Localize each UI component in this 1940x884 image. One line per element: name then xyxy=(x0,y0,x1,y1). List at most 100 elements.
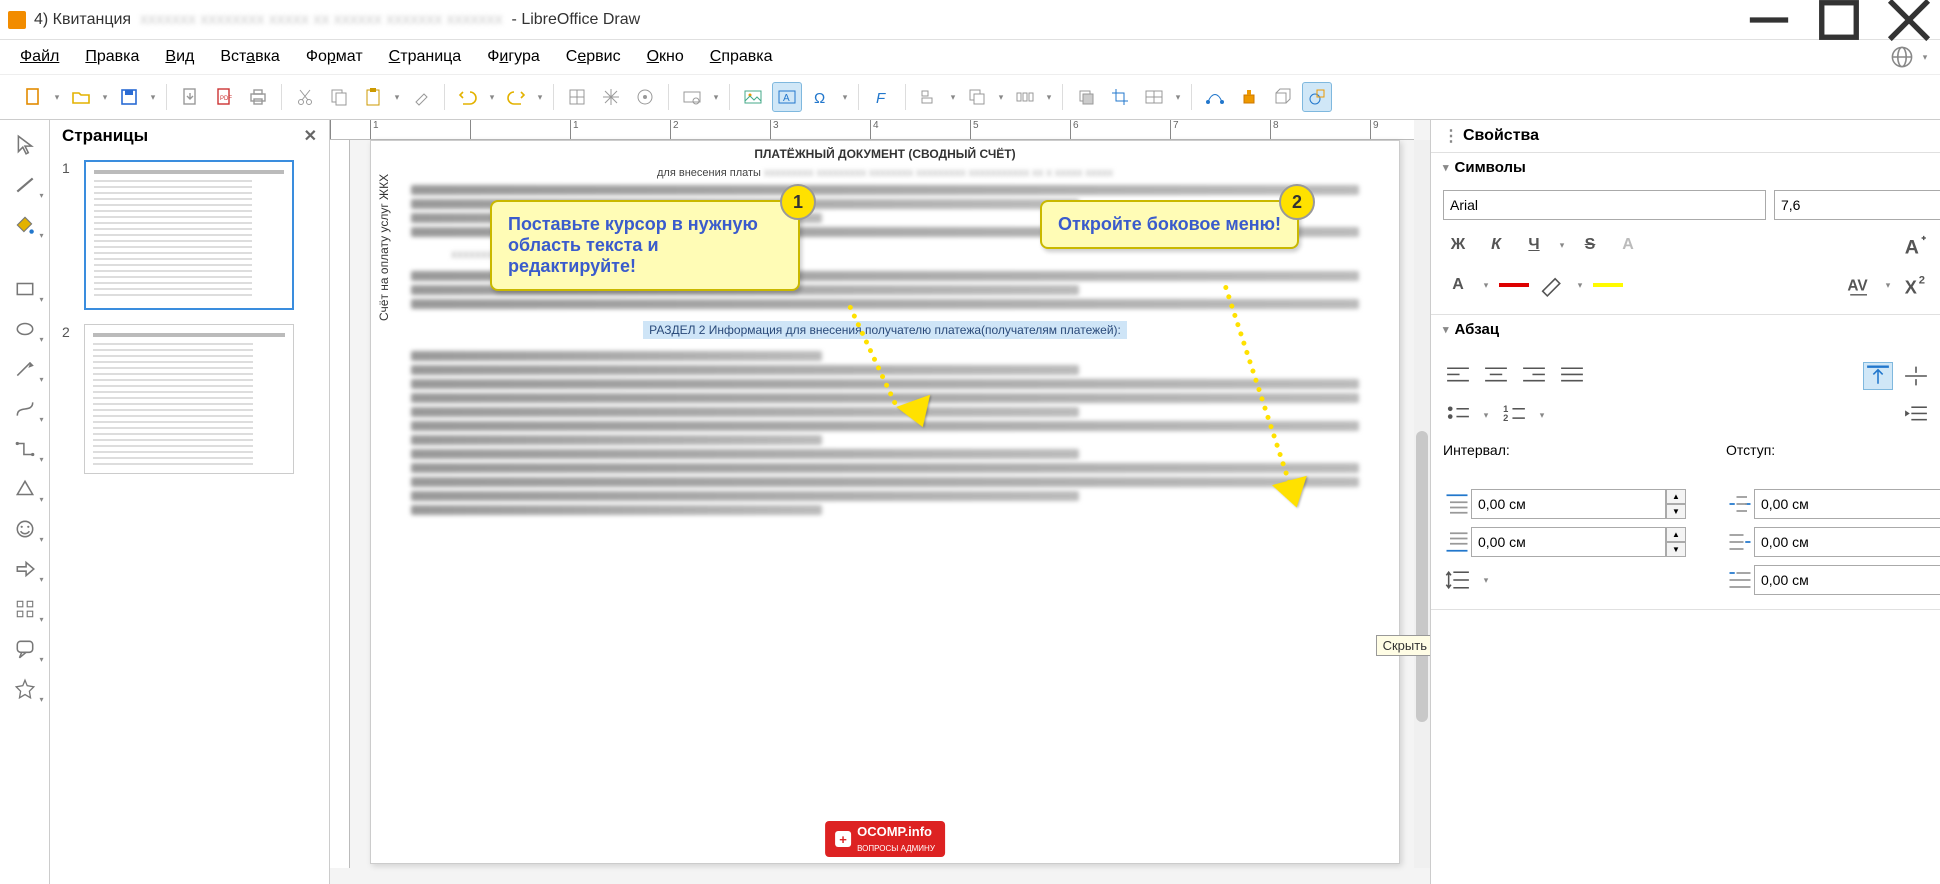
line-spacing-button[interactable] xyxy=(1443,566,1473,594)
redo-dropdown[interactable]: ▾ xyxy=(535,82,545,112)
window-close-button[interactable] xyxy=(1886,4,1932,36)
undo-dropdown[interactable]: ▾ xyxy=(487,82,497,112)
underline-button[interactable]: Ч xyxy=(1519,231,1549,259)
menu-window[interactable]: Окно xyxy=(637,44,694,70)
select-tool[interactable] xyxy=(8,130,42,160)
line-arrow-tool[interactable] xyxy=(8,354,42,384)
symbol-shapes-tool[interactable] xyxy=(8,514,42,544)
special-char-dropdown[interactable]: ▾ xyxy=(840,82,850,112)
menu-shape[interactable]: Фигура xyxy=(477,44,550,70)
font-size-input[interactable] xyxy=(1774,190,1940,220)
align-left-para-button[interactable] xyxy=(1443,362,1473,390)
basic-shapes-tool[interactable] xyxy=(8,474,42,504)
number-list-button[interactable]: 12 xyxy=(1499,401,1529,429)
menu-format[interactable]: Формат xyxy=(296,44,373,70)
align-dropdown[interactable]: ▾ xyxy=(948,82,958,112)
extrusion-button[interactable] xyxy=(1268,82,1298,112)
new-doc-dropdown[interactable]: ▾ xyxy=(52,82,62,112)
horizontal-ruler[interactable]: 11234567891011 xyxy=(330,120,1414,140)
align-center-para-button[interactable] xyxy=(1481,362,1511,390)
pages-panel-close-icon[interactable]: ✕ xyxy=(304,126,317,146)
highlight-color-button[interactable] xyxy=(1537,271,1567,299)
open-dropdown[interactable]: ▾ xyxy=(100,82,110,112)
menu-edit[interactable]: Правка xyxy=(75,44,149,70)
arrange-dropdown[interactable]: ▾ xyxy=(996,82,1006,112)
cut-button[interactable] xyxy=(290,82,320,112)
strike-button[interactable]: S xyxy=(1575,231,1605,259)
window-minimize-button[interactable] xyxy=(1746,4,1792,36)
font-color-button[interactable]: A xyxy=(1443,271,1473,299)
menu-file[interactable]: Файл xyxy=(10,44,69,70)
font-name-input[interactable] xyxy=(1443,190,1766,220)
callout-tool[interactable] xyxy=(8,634,42,664)
language-dropdown[interactable]: ▾ xyxy=(1920,42,1930,72)
number-list-dropdown[interactable]: ▾ xyxy=(1537,400,1547,430)
vertical-ruler[interactable] xyxy=(330,140,350,868)
menu-tools[interactable]: Сервис xyxy=(556,44,631,70)
align-right-para-button[interactable] xyxy=(1519,362,1549,390)
window-maximize-button[interactable] xyxy=(1816,4,1862,36)
bold-button[interactable]: Ж xyxy=(1443,231,1473,259)
menu-insert[interactable]: Вставка xyxy=(210,44,289,70)
space-below-up[interactable]: ▲ xyxy=(1666,527,1686,542)
clone-format-button[interactable] xyxy=(406,82,436,112)
print-button[interactable] xyxy=(243,82,273,112)
superscript-button[interactable]: X2 xyxy=(1901,271,1931,299)
indent-right-input[interactable] xyxy=(1754,527,1940,557)
vertical-scrollbar[interactable] xyxy=(1414,140,1430,868)
filter-button[interactable] xyxy=(1139,82,1169,112)
stars-tool[interactable] xyxy=(8,674,42,704)
highlight-color-dropdown[interactable]: ▾ xyxy=(1575,270,1585,300)
font-color-dropdown[interactable]: ▾ xyxy=(1481,270,1491,300)
open-button[interactable] xyxy=(66,82,96,112)
export-button[interactable] xyxy=(175,82,205,112)
valign-top-button[interactable] xyxy=(1863,362,1893,390)
export-pdf-button[interactable]: PDF xyxy=(209,82,239,112)
grid-button[interactable] xyxy=(562,82,592,112)
distribute-button[interactable] xyxy=(1010,82,1040,112)
draw-functions-button[interactable] xyxy=(1302,82,1332,112)
flowchart-tool[interactable] xyxy=(8,594,42,624)
filter-dropdown[interactable]: ▾ xyxy=(1173,82,1183,112)
arrange-button[interactable] xyxy=(962,82,992,112)
shadow-text-button[interactable]: A xyxy=(1613,231,1643,259)
drawing-canvas[interactable]: 11234567891011 ПЛАТЁЖНЫЙ ДОКУМЕНТ (СВОДН… xyxy=(330,120,1430,884)
insert-textbox-button[interactable]: A xyxy=(772,82,802,112)
crop-button[interactable] xyxy=(1105,82,1135,112)
guides-button[interactable] xyxy=(630,82,660,112)
page-thumbnail-1[interactable]: 1 xyxy=(62,160,317,310)
bullet-list-dropdown[interactable]: ▾ xyxy=(1481,400,1491,430)
space-below-spinner[interactable]: ▲▼ xyxy=(1443,527,1686,557)
menu-help[interactable]: Справка xyxy=(700,44,783,70)
indent-left-input[interactable] xyxy=(1754,489,1940,519)
menu-page[interactable]: Страница xyxy=(379,44,472,70)
copy-button[interactable] xyxy=(324,82,354,112)
glue-button[interactable] xyxy=(1234,82,1264,112)
align-left-button[interactable] xyxy=(914,82,944,112)
curve-tool[interactable] xyxy=(8,394,42,424)
distribute-dropdown[interactable]: ▾ xyxy=(1044,82,1054,112)
snap-button[interactable] xyxy=(596,82,626,112)
connector-tool[interactable] xyxy=(8,434,42,464)
points-button[interactable] xyxy=(1200,82,1230,112)
valign-middle-button[interactable] xyxy=(1901,362,1931,390)
block-arrows-tool[interactable] xyxy=(8,554,42,584)
zoom-dropdown[interactable]: ▾ xyxy=(711,82,721,112)
char-spacing-button[interactable]: AV xyxy=(1845,271,1875,299)
ellipse-tool[interactable] xyxy=(8,314,42,344)
paste-dropdown[interactable]: ▾ xyxy=(392,82,402,112)
line-spacing-dropdown[interactable]: ▾ xyxy=(1481,565,1491,595)
shadow-button[interactable] xyxy=(1071,82,1101,112)
fill-color-tool[interactable] xyxy=(8,210,42,240)
space-above-input[interactable] xyxy=(1471,489,1666,519)
char-spacing-dropdown[interactable]: ▾ xyxy=(1883,270,1893,300)
new-doc-button[interactable] xyxy=(18,82,48,112)
redo-button[interactable] xyxy=(501,82,531,112)
doc-highlighted-text[interactable]: РАЗДЕЛ 2 Информация для внесения получат… xyxy=(643,321,1127,339)
space-below-input[interactable] xyxy=(1471,527,1666,557)
increase-indent-button[interactable] xyxy=(1901,401,1931,429)
align-justify-para-button[interactable] xyxy=(1557,362,1587,390)
space-above-spinner[interactable]: ▲▼ xyxy=(1443,489,1686,519)
fontwork-button[interactable]: F xyxy=(867,82,897,112)
bullet-list-button[interactable] xyxy=(1443,401,1473,429)
